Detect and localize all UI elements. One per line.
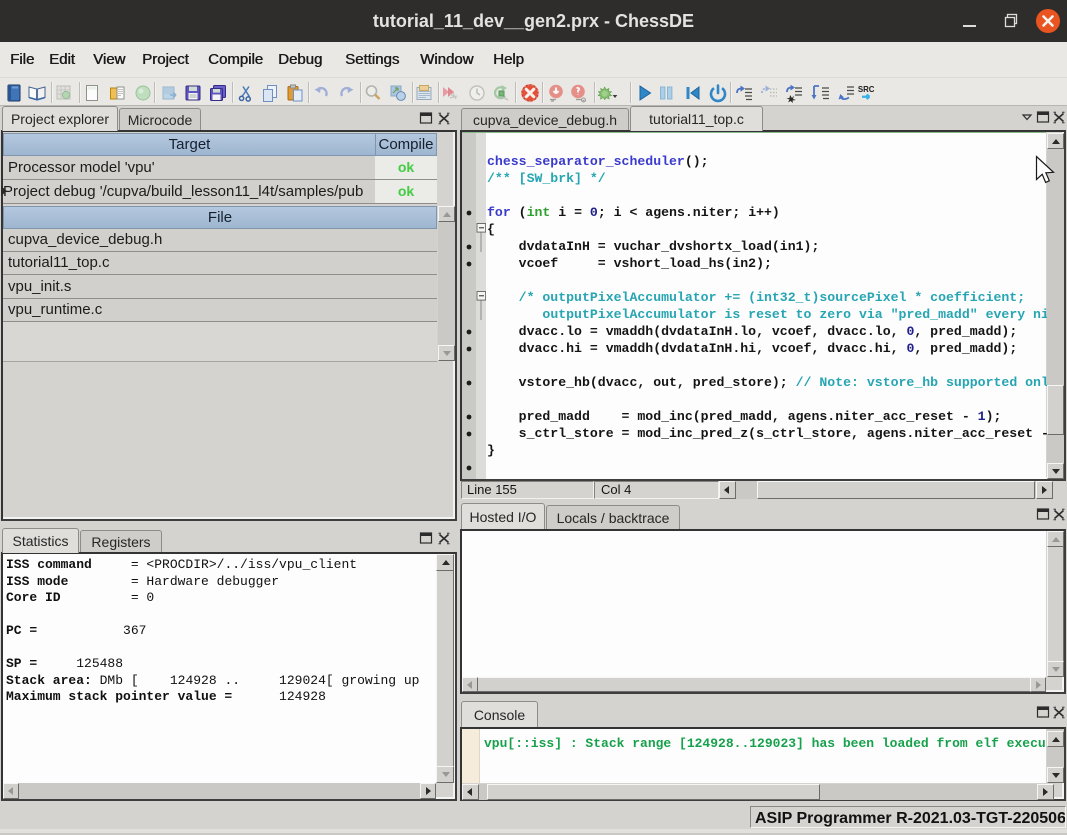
svg-text:SRC: SRC xyxy=(858,85,875,94)
